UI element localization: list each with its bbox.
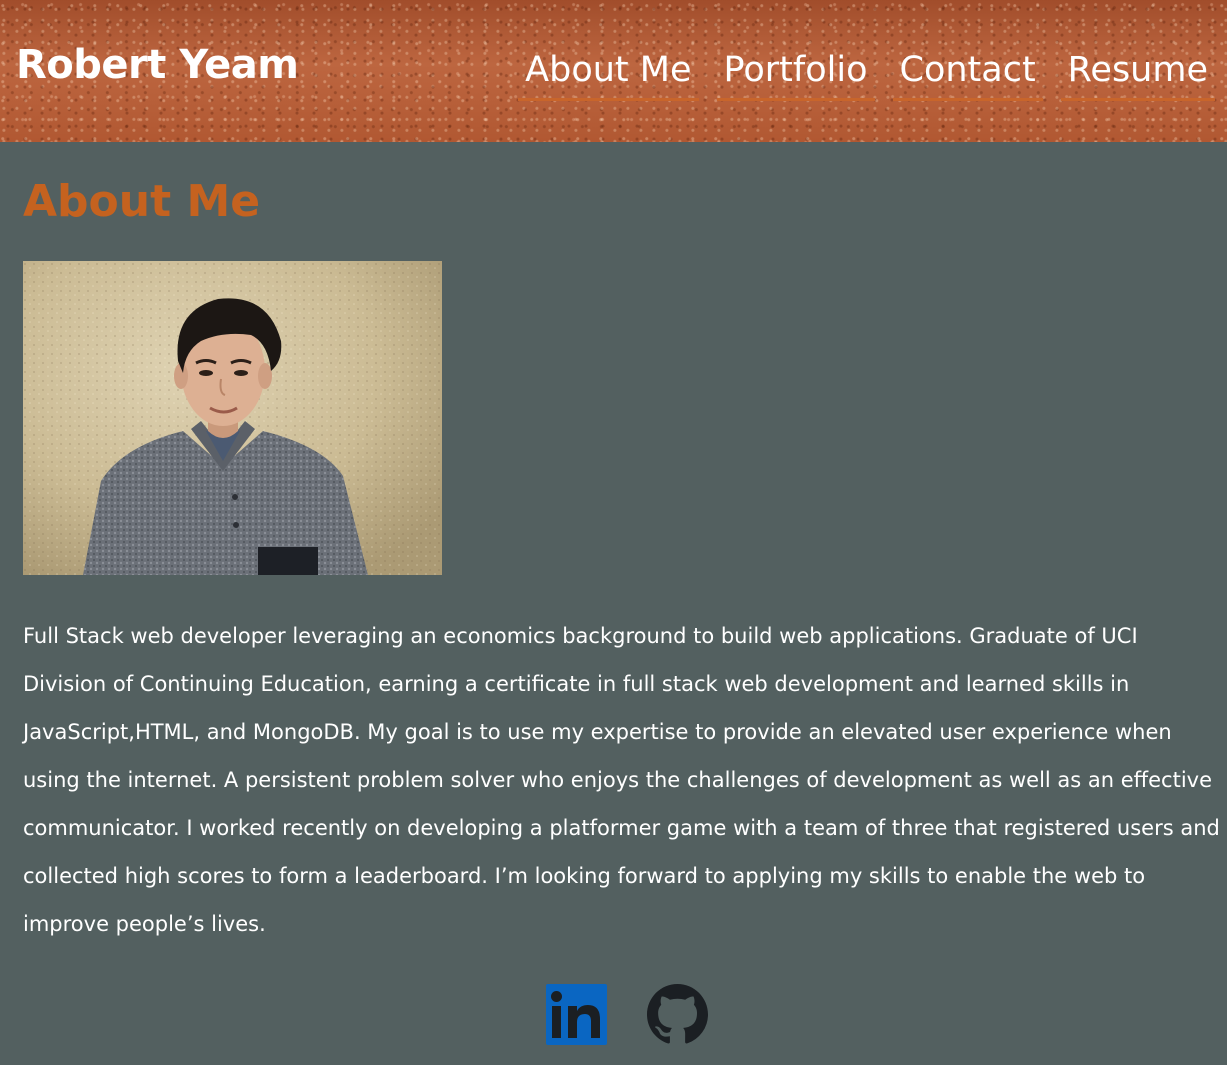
main-nav: About Me Portfolio Contact Resume bbox=[518, 48, 1215, 101]
site-brand[interactable]: Robert Yeam bbox=[16, 42, 299, 88]
profile-photo bbox=[23, 261, 442, 575]
nav-link-about-me[interactable]: About Me bbox=[518, 48, 699, 101]
bio-text: Full Stack web developer leveraging an e… bbox=[23, 624, 1220, 936]
github-icon[interactable] bbox=[647, 984, 708, 1045]
nav-link-resume[interactable]: Resume bbox=[1060, 48, 1215, 101]
linkedin-icon[interactable] bbox=[546, 984, 607, 1045]
section-title: About Me bbox=[23, 176, 261, 227]
nav-link-portfolio[interactable]: Portfolio bbox=[716, 48, 875, 101]
site-header: Robert Yeam About Me Portfolio Contact R… bbox=[0, 0, 1227, 142]
nav-link-contact[interactable]: Contact bbox=[892, 48, 1043, 101]
social-links bbox=[546, 984, 708, 1045]
